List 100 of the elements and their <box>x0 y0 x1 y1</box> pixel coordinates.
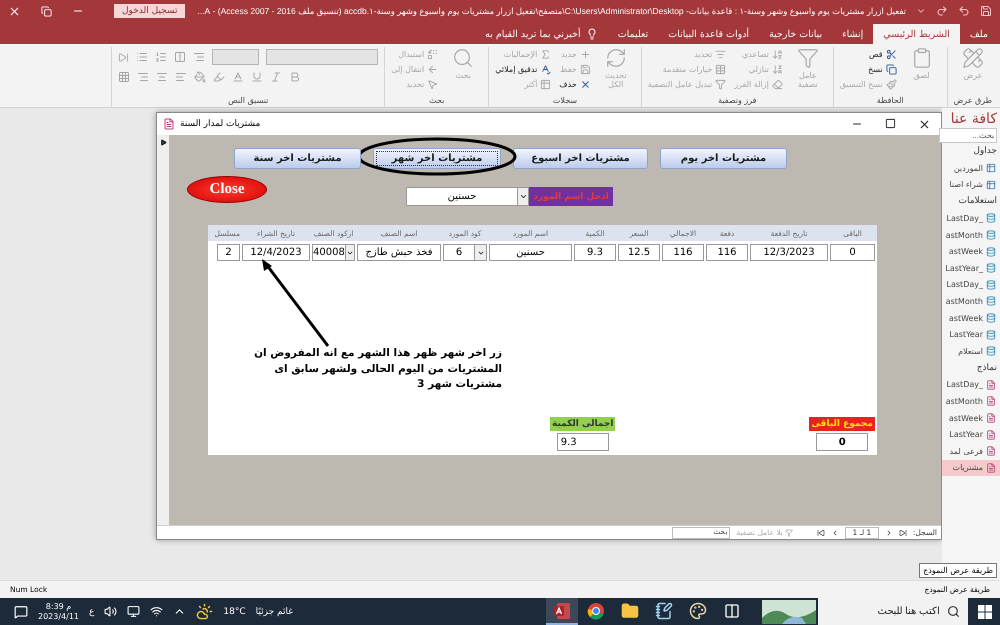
sigma-icon <box>540 48 552 60</box>
ribbon-tab[interactable]: تعليمات <box>608 24 658 44</box>
task-view-icon[interactable] <box>724 602 740 618</box>
fill-color-icon[interactable] <box>194 71 206 83</box>
nav-item[interactable]: astWeek <box>942 243 1000 260</box>
windows-start-icon[interactable] <box>978 604 992 618</box>
table-icon <box>986 163 996 174</box>
font-color-icon[interactable] <box>232 71 244 83</box>
nav-item[interactable]: شراء اصنا <box>942 176 1000 194</box>
period-button[interactable]: مشتريات اخر اسبوع <box>513 148 648 169</box>
nav-section-header[interactable]: استعلامات <box>942 196 997 210</box>
period-button[interactable]: مشتريات اخر يوم <box>660 148 787 169</box>
ribbon-tab[interactable]: أدوات قاعدة البيانات <box>658 24 760 44</box>
filter-icon <box>784 528 793 536</box>
nav-item[interactable]: _LastYear <box>942 260 1000 277</box>
table-cell: 0 <box>830 244 875 261</box>
palette-icon[interactable] <box>689 602 707 620</box>
maximize-icon[interactable] <box>885 118 896 128</box>
query-icon <box>986 296 996 306</box>
weather-condition[interactable]: غائم جزئيًا <box>256 606 293 616</box>
input-language[interactable]: ع <box>89 606 94 616</box>
notification-icon[interactable] <box>14 604 28 618</box>
table-cell: حسنين <box>489 244 572 261</box>
period-button[interactable]: مشتريات اخر شهر <box>373 148 501 169</box>
browser-icon[interactable] <box>587 602 605 620</box>
tell-me-search[interactable]: أخبرني بما تريد القيام به <box>475 24 608 44</box>
refresh-icon <box>604 47 627 69</box>
close-button[interactable]: Close <box>187 176 267 203</box>
group-title: سجلات <box>552 96 578 107</box>
table-cell: 116 <box>706 244 748 261</box>
first-record-icon[interactable] <box>898 528 907 536</box>
group-title: فرز وتصفية <box>717 96 758 107</box>
last-record-icon[interactable] <box>816 528 825 536</box>
table-combo-field[interactable]: 40008 <box>312 244 355 261</box>
form-icon <box>163 118 175 130</box>
save-icon[interactable] <box>980 5 992 17</box>
nav-item[interactable]: مشتريات <box>942 460 1000 476</box>
font-size-field[interactable] <box>212 49 260 65</box>
landscape-drawing <box>762 600 816 624</box>
filter-icon <box>715 78 726 90</box>
nav-item[interactable]: LastYear <box>942 426 1000 443</box>
nav-item[interactable]: astMonth <box>942 393 1000 410</box>
folder-icon[interactable] <box>621 602 639 620</box>
nav-item[interactable]: _LastDay <box>942 210 1000 227</box>
weather-icon[interactable] <box>196 603 214 620</box>
nav-item[interactable]: فرعى لمد <box>942 442 1000 460</box>
ribbon-command[interactable]: تدقيق إملائي <box>495 62 552 76</box>
table-cell: 9.3 <box>574 244 616 261</box>
table-cell: 116 <box>662 244 704 261</box>
query-icon <box>986 346 996 356</box>
table-icon <box>540 78 552 90</box>
ribbon-tab[interactable]: ملف <box>960 24 998 44</box>
sort-descending-icon <box>772 64 783 74</box>
period-button[interactable]: مشتريات اخر سنة <box>234 148 361 169</box>
redo-icon[interactable] <box>936 5 948 17</box>
close-icon[interactable] <box>8 4 21 18</box>
copy-icon <box>886 64 897 74</box>
query-icon <box>986 246 996 257</box>
font-name-field[interactable] <box>266 49 378 65</box>
ribbon-command[interactable]: حذف <box>559 77 591 91</box>
tooltip: طريقة عرض النموذج <box>919 563 997 578</box>
nav-search-field[interactable]: بحث... <box>939 128 997 143</box>
close-icon[interactable] <box>918 118 931 130</box>
group-title: طرق عرض <box>954 96 992 107</box>
nav-item[interactable]: الموردين <box>942 160 1000 177</box>
nav-section-header[interactable]: جداول <box>942 146 997 160</box>
nav-item[interactable]: astMonth <box>942 226 1000 244</box>
ribbon-tab[interactable]: إنشاء <box>832 24 874 44</box>
access-app-icon[interactable] <box>553 602 571 620</box>
nav-item[interactable]: _LastDay <box>942 276 1000 294</box>
ribbon-tab[interactable]: بيانات خارجية <box>759 24 832 44</box>
notepad-icon[interactable] <box>655 602 673 620</box>
restore-icon[interactable] <box>41 6 52 16</box>
dropdown-icon[interactable] <box>518 192 528 201</box>
spell-check-icon <box>540 64 552 74</box>
plus-icon <box>580 48 591 60</box>
ribbon-command[interactable]: نسخ <box>840 62 897 76</box>
table-icon <box>715 64 726 74</box>
sign-in-button[interactable]: تسجيل الدخول <box>114 4 186 18</box>
monitor-icon[interactable] <box>127 605 140 618</box>
supplier-combo-field[interactable]: حسنين <box>406 187 518 206</box>
nav-section-header[interactable]: نماذج <box>942 362 997 377</box>
nav-item[interactable]: astWeek <box>942 310 1000 326</box>
record-selector-icon <box>160 139 166 146</box>
speaker-icon[interactable] <box>104 605 118 618</box>
ribbon-tab[interactable]: الشريط الرئيسي <box>873 24 960 44</box>
supplier-label: ادخل اسم المورد <box>529 187 613 206</box>
undo-icon[interactable] <box>958 5 970 17</box>
annotation-note: زر اخر شهر ظهر هذا الشهر مع انه المفروض ان المشتريات من اليوم الحالى ولشهر سابق اى مشتريات شهر 3 <box>253 346 502 392</box>
nav-item[interactable]: astMonth <box>942 293 1000 310</box>
nav-item[interactable]: LastYear <box>942 326 1000 343</box>
taskbar-search-field[interactable]: اكتب هنا للبحث <box>818 598 968 625</box>
nav-item[interactable]: _LastDay <box>942 376 1000 394</box>
nav-item[interactable]: astWeek <box>942 410 1000 426</box>
form-icon <box>986 446 996 456</box>
temperature[interactable]: 18°C <box>223 606 246 616</box>
ribbon-command[interactable]: قص <box>840 47 897 61</box>
query-icon <box>986 263 996 274</box>
table-combo-field[interactable]: 6 <box>443 244 487 261</box>
nav-item[interactable]: استعلام <box>942 342 1000 360</box>
